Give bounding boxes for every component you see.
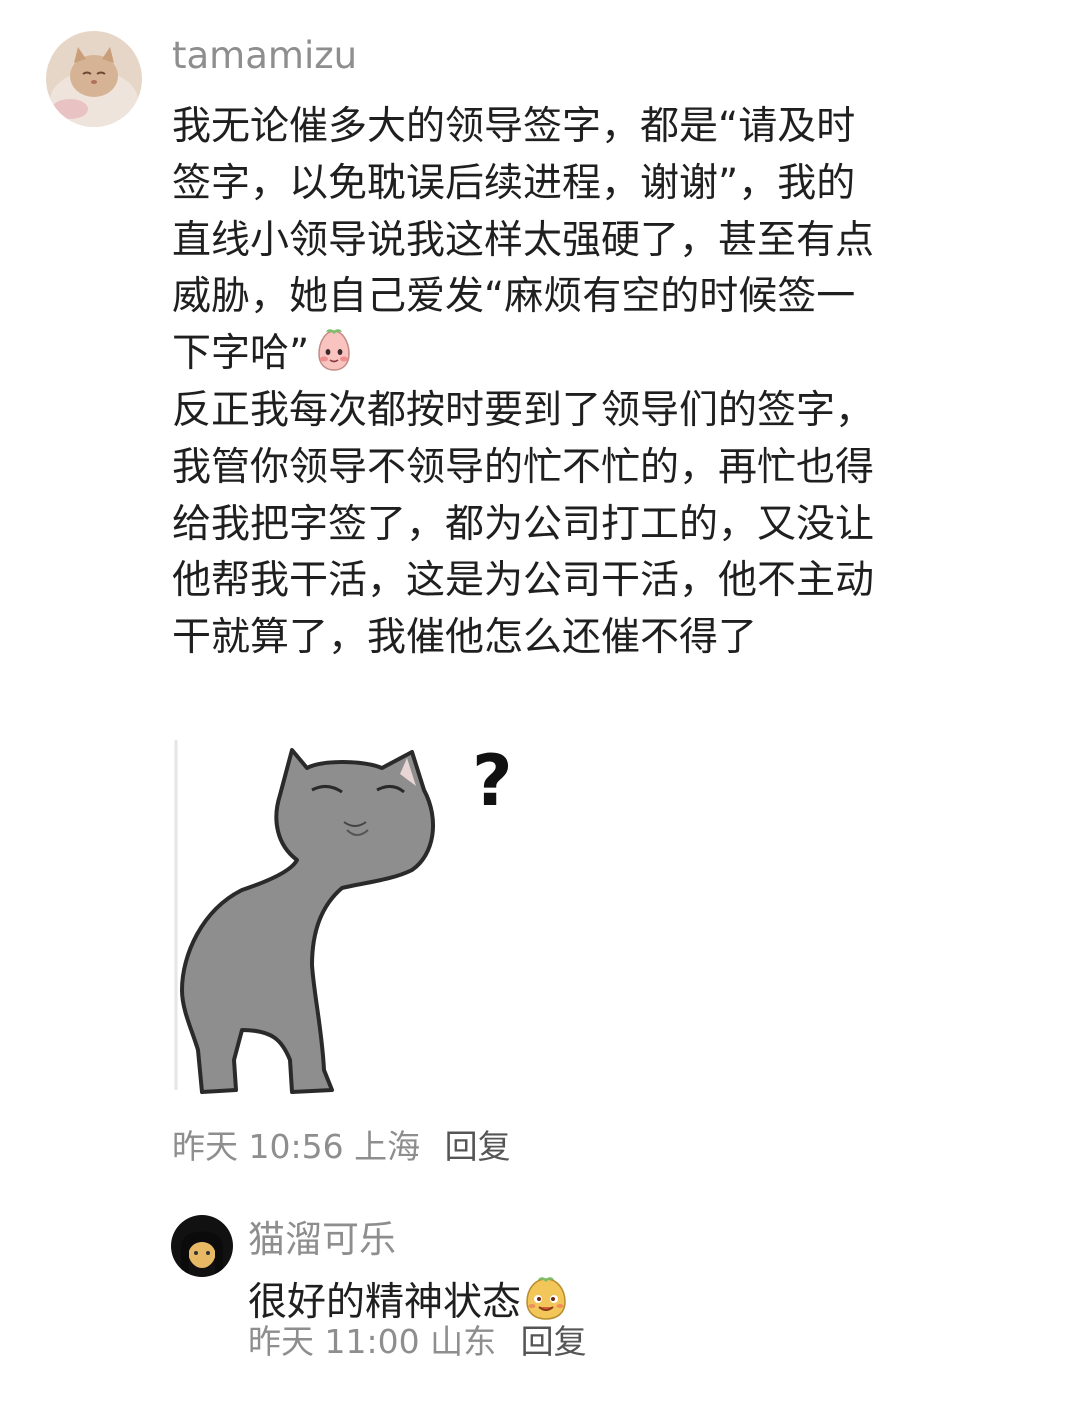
shy-peach-emoji-icon — [318, 329, 350, 371]
comment-text-part2: 反正我每次都按时要到了领导们的签字，我管你领导不领导的忙不忙的，再忙也得给我把字… — [172, 387, 875, 661]
reply-button[interactable]: 回复 — [445, 1127, 511, 1167]
sticker-question-mark: ? — [472, 740, 513, 822]
comment-meta: 昨天 10:56 上海 回复 — [172, 1127, 511, 1167]
reply-location: 山东 — [430, 1322, 497, 1361]
reply-time: 昨天 11:00 — [248, 1322, 420, 1361]
reply-text-content: 很好的精神状态 — [248, 1280, 522, 1325]
reply-avatar[interactable] — [171, 1215, 233, 1277]
smug-face-emoji-icon — [526, 1277, 566, 1320]
comment-location: 上海 — [354, 1127, 421, 1166]
reply-reply-button[interactable]: 回复 — [521, 1322, 587, 1362]
confused-gray-cat-sticker[interactable]: ? — [172, 730, 537, 1095]
reply-username[interactable]: 猫溜可乐 — [248, 1220, 396, 1260]
comment-username[interactable]: tamamizu — [172, 36, 357, 76]
person-avatar-icon — [171, 1215, 233, 1277]
comment-text: 我无论催多大的领导签字，都是“请及时签字，以免耽误后续进程，谢谢”，我的直线小领… — [172, 99, 892, 667]
avatar[interactable] — [46, 31, 142, 127]
reply-meta: 昨天 11:00 山东 回复 — [248, 1322, 587, 1362]
comment-text-part1: 我无论催多大的领导签字，都是“请及时签字，以免耽误后续进程，谢谢”，我的直线小领… — [172, 104, 875, 377]
cat-avatar-icon — [46, 31, 142, 127]
comment-time: 昨天 10:56 — [172, 1127, 344, 1166]
